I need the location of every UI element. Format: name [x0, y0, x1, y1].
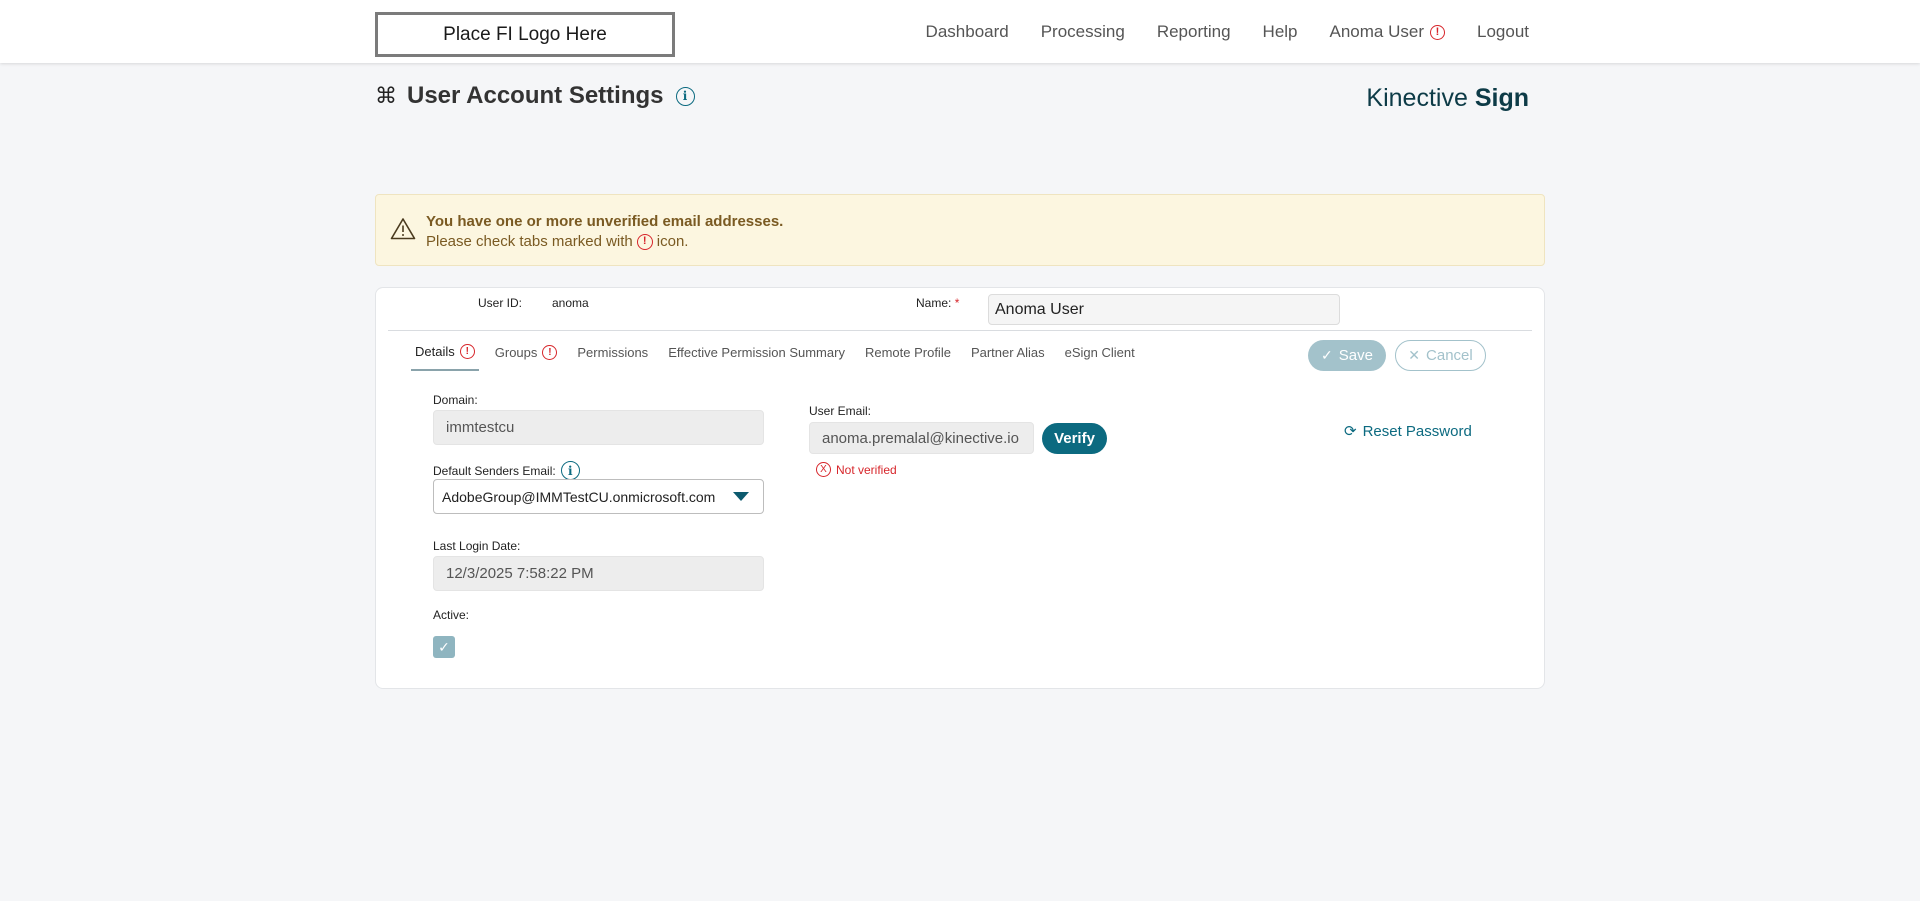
command-icon: ⌘	[375, 83, 397, 108]
tab-label: Details	[415, 344, 455, 359]
tab-permissions[interactable]: Permissions	[577, 340, 648, 371]
top-navbar: Place FI Logo Here Dashboard Processing …	[0, 0, 1920, 63]
default-senders-email-label: Default Senders Email: i	[433, 461, 580, 480]
header-divider	[388, 330, 1532, 331]
name-input[interactable]	[988, 294, 1340, 325]
warning-title: You have one or more unverified email ad…	[426, 213, 784, 230]
settings-tabs: Details ! Groups ! Permissions Effective…	[411, 340, 1155, 371]
tab-groups[interactable]: Groups !	[495, 340, 558, 371]
verify-button[interactable]: Verify	[1042, 423, 1107, 454]
email-verification-status: X Not verified	[816, 462, 897, 477]
tab-label: Groups	[494, 345, 538, 360]
tab-remote-profile[interactable]: Remote Profile	[865, 340, 951, 371]
alert-icon: !	[542, 345, 558, 360]
brand-logo: Kinective Sign	[1366, 84, 1529, 113]
main-nav: Dashboard Processing Reporting Help Anom…	[894, 22, 1529, 42]
domain-field: immtestcu	[433, 410, 764, 445]
info-icon[interactable]: i	[675, 86, 695, 106]
reset-password-label: Reset Password	[1362, 422, 1472, 440]
default-senders-email-label-text: Default Senders Email:	[433, 463, 556, 478]
tab-esign-client[interactable]: eSign Client	[1065, 340, 1135, 371]
refresh-icon: ⟳	[1344, 423, 1357, 440]
tab-details[interactable]: Details !	[411, 340, 479, 371]
brand-light: Kinective	[1366, 84, 1468, 112]
nav-user-menu[interactable]: Anoma User !	[1330, 22, 1445, 42]
page-header: ⌘ User Account Settings i	[375, 82, 695, 110]
unverified-email-warning: You have one or more unverified email ad…	[375, 194, 1545, 266]
brand-bold: Sign	[1474, 84, 1529, 112]
nav-reporting[interactable]: Reporting	[1157, 22, 1231, 42]
cancel-button[interactable]: ✕ Cancel	[1395, 340, 1486, 371]
user-email-label: User Email:	[809, 404, 872, 418]
active-label: Active:	[433, 608, 470, 622]
nav-help[interactable]: Help	[1263, 22, 1298, 42]
nav-dashboard[interactable]: Dashboard	[926, 22, 1009, 42]
alert-icon: !	[459, 344, 475, 359]
user-settings-card: User ID: anoma Name: * Details ! Groups …	[375, 287, 1545, 689]
x-circle-icon: X	[816, 462, 831, 477]
logo-placeholder[interactable]: Place FI Logo Here	[375, 12, 675, 57]
alert-icon: !	[636, 233, 653, 250]
chevron-down-icon	[733, 492, 749, 501]
reset-password-link[interactable]: ⟳ Reset Password	[1344, 422, 1472, 441]
last-login-field: 12/3/2025 7:58:22 PM	[433, 556, 764, 591]
tab-effective-permission-summary[interactable]: Effective Permission Summary	[668, 340, 845, 371]
warning-triangle-icon	[390, 218, 416, 240]
user-id-label: User ID:	[478, 296, 523, 310]
close-icon: ✕	[1408, 347, 1421, 363]
name-label-text: Name:	[916, 296, 952, 310]
active-checkbox[interactable]: ✓	[433, 636, 455, 658]
check-icon: ✓	[1321, 347, 1333, 363]
name-label: Name: *	[916, 296, 959, 310]
alert-icon: !	[1430, 24, 1445, 40]
user-email-field: anoma.premalal@kinective.io	[809, 422, 1034, 454]
warning-message-prefix: Please check tabs marked with	[426, 233, 633, 250]
default-senders-email-select[interactable]: AdobeGroup@IMMTestCU.onmicrosoft.com	[433, 479, 764, 514]
nav-user-label: Anoma User	[1329, 22, 1424, 41]
selected-sender-email: AdobeGroup@IMMTestCU.onmicrosoft.com	[442, 488, 716, 505]
user-id-value: anoma	[552, 296, 589, 310]
required-marker: *	[954, 296, 960, 310]
last-login-label: Last Login Date:	[433, 539, 521, 553]
info-icon[interactable]: i	[560, 461, 580, 480]
tab-partner-alias[interactable]: Partner Alias	[971, 340, 1045, 371]
save-label: Save	[1338, 347, 1373, 364]
nav-processing[interactable]: Processing	[1041, 22, 1125, 42]
domain-label: Domain:	[433, 393, 478, 407]
save-button[interactable]: ✓ Save	[1308, 340, 1386, 371]
warning-message: Please check tabs marked with ! icon.	[426, 233, 688, 250]
page-title: User Account Settings	[407, 82, 664, 109]
nav-logout[interactable]: Logout	[1477, 22, 1529, 42]
check-icon: ✓	[438, 638, 450, 655]
cancel-label: Cancel	[1426, 347, 1473, 364]
warning-message-suffix: icon.	[656, 233, 689, 250]
not-verified-text: Not verified	[836, 462, 897, 477]
